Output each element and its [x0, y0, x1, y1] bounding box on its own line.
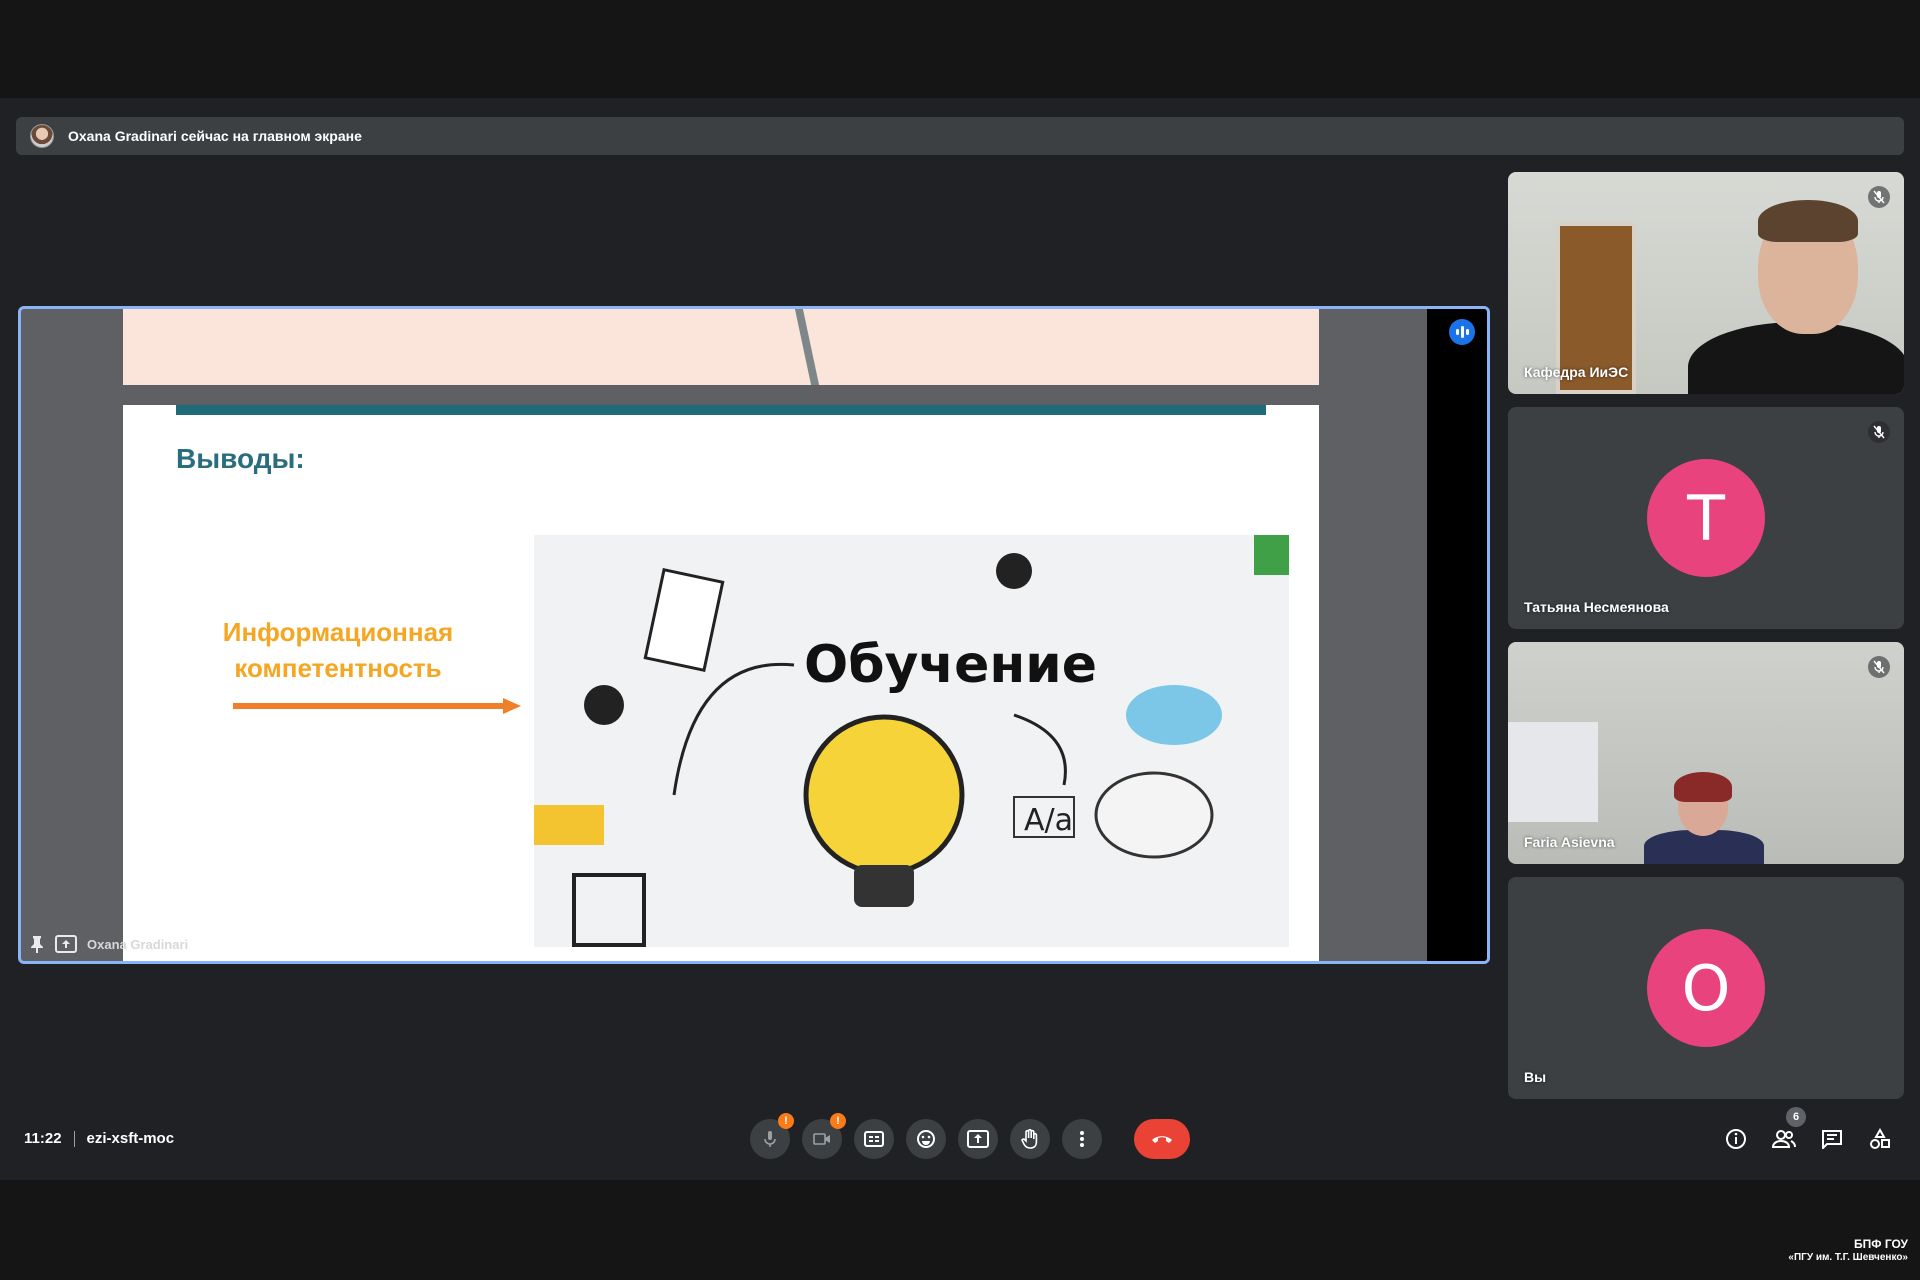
- avatar: О: [1647, 929, 1765, 1047]
- participant-name: Татьяна Несмеянова: [1524, 599, 1669, 615]
- participant-name: Вы: [1524, 1069, 1547, 1085]
- warning-badge: !: [830, 1113, 846, 1129]
- activities-button[interactable]: [1866, 1123, 1894, 1155]
- slide-image-word: Обучение: [804, 635, 1098, 695]
- bottom-black-band: [0, 1180, 1920, 1280]
- illustration-art: A/a: [534, 535, 1289, 947]
- call-controls: ! !: [750, 1113, 1190, 1159]
- participant-tile[interactable]: Т Татьяна Несмеянова: [1508, 407, 1904, 629]
- participant-tile[interactable]: Faria Asievna: [1508, 642, 1904, 864]
- end-call-icon: [1152, 1136, 1172, 1143]
- mic-off-icon: [1868, 421, 1890, 443]
- more-options-button[interactable]: [1062, 1119, 1102, 1159]
- slide-label: Информационная компетентность: [222, 617, 454, 683]
- avatar: [30, 124, 54, 148]
- presenter-banner-text: Oxana Gradinari сейчас на главном экране: [68, 128, 362, 144]
- present-icon: [55, 935, 77, 953]
- camera-off-icon: [813, 1133, 830, 1145]
- info-icon: [1726, 1129, 1746, 1149]
- presenter-name: Oxana Gradinari: [87, 936, 189, 952]
- meeting-code: ezi-xsft-moc: [86, 1130, 175, 1147]
- raise-hand-icon: [1021, 1129, 1038, 1149]
- participant-tile[interactable]: Кафедра ИиЭС: [1508, 172, 1904, 394]
- present-now-icon: [967, 1130, 989, 1148]
- participant-name: Faria Asievna: [1524, 834, 1615, 850]
- captions-icon: [864, 1131, 884, 1147]
- emoji-icon: [917, 1130, 935, 1148]
- mic-off-icon: [1868, 186, 1890, 208]
- people-icon: [1772, 1130, 1796, 1148]
- more-options-icon: [1080, 1131, 1084, 1147]
- slide-arrow: [233, 698, 521, 714]
- svg-text:A/a: A/a: [1024, 803, 1073, 838]
- meeting-time: 11:22: [24, 1130, 62, 1147]
- presenter-banner: Oxana Gradinari сейчас на главном экране: [16, 117, 1904, 155]
- presenter-info: Oxana Gradinari: [29, 935, 188, 953]
- slide-illustration: A/a Обучение: [534, 535, 1289, 947]
- chat-button[interactable]: [1818, 1123, 1846, 1155]
- pin-icon[interactable]: [29, 935, 45, 953]
- top-black-band: [0, 0, 1920, 98]
- mic-button[interactable]: !: [750, 1113, 794, 1159]
- chat-icon: [1822, 1130, 1842, 1149]
- emoji-button[interactable]: [906, 1119, 946, 1159]
- warning-badge: !: [778, 1113, 794, 1129]
- participant-name: Кафедра ИиЭС: [1524, 364, 1629, 380]
- camera-button[interactable]: !: [802, 1113, 846, 1159]
- speaking-icon: [1449, 319, 1475, 345]
- watermark: БПФ ГОУ «ПГУ им. Т.Г. Шевченко»: [1788, 1237, 1908, 1264]
- participants-count-badge: 6: [1786, 1107, 1806, 1127]
- meeting-info: 11:22 ezi-xsft-moc: [24, 1130, 174, 1147]
- present-now-button[interactable]: [958, 1119, 998, 1159]
- end-call-button[interactable]: [1134, 1119, 1190, 1159]
- info-button[interactable]: [1722, 1123, 1750, 1155]
- shared-slide: Выводы: Информационная компетентность A/…: [123, 309, 1319, 961]
- main-presentation-tile[interactable]: Выводы: Информационная компетентность A/…: [18, 306, 1490, 964]
- mic-off-icon: [1868, 656, 1890, 678]
- side-controls: 6: [1722, 1107, 1894, 1155]
- activities-icon: [1870, 1128, 1890, 1149]
- slide-title: Выводы:: [176, 443, 305, 474]
- captions-button[interactable]: [854, 1119, 894, 1159]
- avatar: Т: [1647, 459, 1765, 577]
- people-button[interactable]: 6: [1770, 1107, 1806, 1155]
- raise-hand-button[interactable]: [1010, 1119, 1050, 1159]
- participant-tile-self[interactable]: О Вы: [1508, 877, 1904, 1099]
- mic-off-icon: [764, 1131, 776, 1147]
